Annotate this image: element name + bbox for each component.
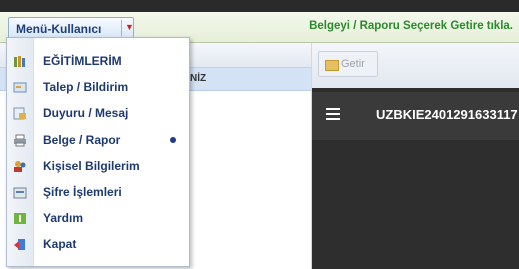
menu-item-label: Kapat <box>43 237 77 251</box>
menu-item-label: Talep / Bildirim <box>43 80 129 94</box>
menu-item-label: EĞİTİMLERİM <box>43 54 122 68</box>
user-dropdown-menu: EĞİTİMLERİM Talep / Bildirim Duyuru / Me… <box>6 37 190 267</box>
menu-item-talep-bildirim[interactable]: Talep / Bildirim <box>7 76 189 99</box>
books-icon <box>14 56 25 67</box>
user-menu-label: Menü-Kullanıcı <box>16 22 102 36</box>
menu-item-label: Kişisel Bilgilerim <box>43 159 140 173</box>
active-indicator-dot <box>170 137 176 143</box>
menu-item-sifre-islemleri[interactable]: Şifre İşlemleri <box>7 181 189 204</box>
menu-item-duyuru-mesaj[interactable]: Duyuru / Mesaj <box>7 102 189 125</box>
menu-item-kisisel-bilgilerim[interactable]: Kişisel Bilgilerim <box>7 155 189 178</box>
request-icon <box>13 82 27 93</box>
viewer-header: UZBKIE2401291633117 <box>312 92 519 140</box>
getir-label: Getir <box>341 58 365 70</box>
printer-icon <box>14 134 26 147</box>
document-id: UZBKIE2401291633117 <box>376 107 518 122</box>
help-icon <box>14 213 26 224</box>
users-icon <box>14 161 26 172</box>
menu-item-label: Yardım <box>43 211 84 225</box>
instruction-hint: Belgeyi / Raporu Seçerek Getire tıkla. <box>309 20 513 32</box>
password-icon <box>13 187 27 199</box>
menu-button-divider <box>121 20 122 36</box>
user-menu-button[interactable]: Menü-Kullanıcı ▼ <box>8 17 134 39</box>
menu-item-label: Şifre İşlemleri <box>43 185 122 199</box>
menu-item-belge-rapor[interactable]: Belge / Rapor <box>7 129 189 152</box>
menu-item-yardim[interactable]: Yardım <box>7 207 189 230</box>
message-icon <box>13 107 26 120</box>
menu-item-kapat[interactable]: Kapat <box>7 233 189 256</box>
exit-icon <box>14 239 25 250</box>
dropdown-arrow-icon[interactable]: ▼ <box>125 22 134 32</box>
menu-item-egitimlerim[interactable]: EĞİTİMLERİM <box>7 50 189 73</box>
window-top-bar <box>0 0 519 12</box>
folder-icon <box>325 60 339 71</box>
menu-item-label: Belge / Rapor <box>43 133 121 147</box>
viewer-toolbar: Getir <box>312 43 519 89</box>
selected-row-text: NİZ <box>190 73 207 84</box>
hamburger-menu-icon[interactable] <box>326 108 340 120</box>
menu-item-label: Duyuru / Mesaj <box>43 106 129 120</box>
getir-button[interactable]: Getir <box>318 51 378 77</box>
